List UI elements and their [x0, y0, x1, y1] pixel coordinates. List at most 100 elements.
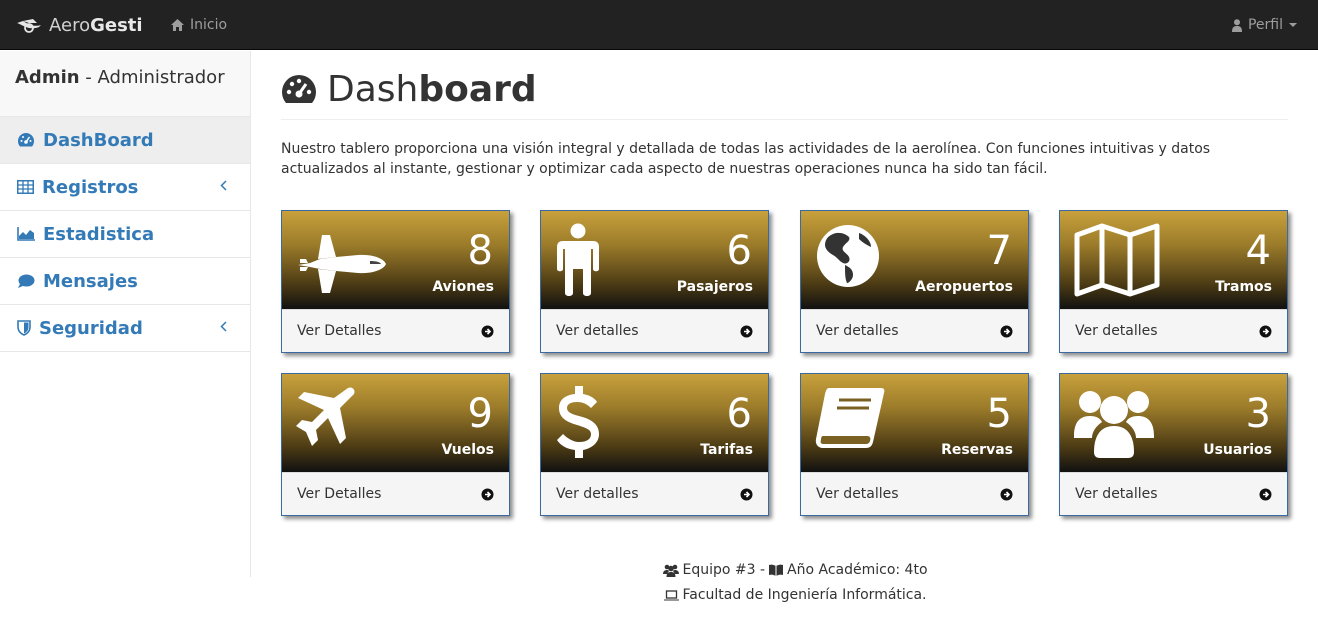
- card-label: Tarifas: [700, 442, 753, 458]
- user-separator: -: [79, 67, 98, 88]
- footer-line-team: Equipo #3 - Año Académico: 4to: [0, 562, 1318, 578]
- arrow-circle-right-icon: [1259, 325, 1272, 338]
- card-details-link[interactable]: Ver detalles: [541, 472, 768, 515]
- card-link-label: Ver detalles: [556, 486, 639, 502]
- intro-line-2: actualizados al instante, gestionar y op…: [281, 161, 1048, 177]
- stat-card-usuarios: 3 Usuarios Ver detalles: [1059, 373, 1288, 516]
- card-header: 6 Tarifas: [541, 374, 768, 472]
- page-title: Dash board: [281, 68, 537, 110]
- sidebar-item-estadistica[interactable]: Estadistica: [0, 211, 250, 258]
- arrow-circle-right-icon: [481, 325, 494, 338]
- sidebar-item-label: Mensajes: [43, 270, 138, 292]
- card-link-label: Ver detalles: [556, 323, 639, 339]
- plane-icon: [296, 387, 355, 446]
- card-details-link[interactable]: Ver Detalles: [282, 472, 509, 515]
- dashboard-icon: [17, 133, 35, 147]
- arrow-circle-right-icon: [740, 325, 753, 338]
- title-bold: board: [418, 68, 537, 110]
- card-label: Aviones: [432, 279, 494, 295]
- card-link-label: Ver detalles: [816, 486, 899, 502]
- stat-card-tramos: 4 Tramos Ver detalles: [1059, 210, 1288, 353]
- card-count: 3: [1245, 391, 1271, 437]
- stat-card-aeropuertos: 7 Aeropuertos Ver detalles: [800, 210, 1029, 353]
- card-label: Tramos: [1215, 279, 1272, 295]
- top-navbar: Aero Gesti Inicio Perfil: [0, 0, 1318, 50]
- footer-line-faculty: Facultad de Ingeniería Informática.: [0, 587, 1318, 603]
- sidebar-item-label: DashBoard: [43, 129, 154, 151]
- card-count: 6: [726, 391, 752, 437]
- footer-faculty: Facultad de Ingeniería Informática.: [682, 587, 927, 603]
- title-light: Dash: [327, 68, 419, 110]
- card-label: Vuelos: [441, 442, 494, 458]
- shield-icon: [17, 320, 31, 336]
- card-details-link[interactable]: Ver detalles: [541, 309, 768, 352]
- intro-line-1: Nuestro tablero proporciona una visión i…: [281, 141, 1211, 157]
- card-header: 7 Aeropuertos: [801, 211, 1028, 309]
- card-header: 3 Usuarios: [1060, 374, 1287, 472]
- dashboard-icon: [281, 75, 317, 103]
- sidebar: Admin - Administrador DashBoard Registro…: [0, 51, 251, 577]
- brand-prefix: Aero: [49, 14, 91, 36]
- profile-label: Perfil: [1247, 17, 1283, 33]
- card-count: 8: [467, 228, 493, 274]
- sidebar-item-mensajes[interactable]: Mensajes: [0, 258, 250, 305]
- card-link-label: Ver detalles: [1075, 486, 1158, 502]
- profile-dropdown[interactable]: Perfil: [1231, 0, 1297, 50]
- brand-suffix: Gesti: [90, 14, 143, 36]
- users-icon: [663, 564, 680, 577]
- airline-logo-icon: [17, 19, 41, 33]
- card-details-link[interactable]: Ver detalles: [1060, 309, 1287, 352]
- card-details-link[interactable]: Ver Detalles: [282, 309, 509, 352]
- card-label: Pasajeros: [676, 279, 753, 295]
- sidebar-item-seguridad[interactable]: Seguridad: [0, 305, 250, 352]
- brand-link[interactable]: Aero Gesti: [15, 0, 143, 50]
- user-role-name: Admin: [15, 67, 80, 88]
- chevron-left-icon: [220, 180, 227, 191]
- card-header: 8 Aviones: [282, 211, 509, 309]
- card-header: 9 Vuelos: [282, 374, 509, 472]
- nav-home-link[interactable]: Inicio: [171, 0, 227, 50]
- card-label: Aeropuertos: [915, 279, 1013, 295]
- chevron-left-icon: [220, 321, 227, 332]
- book-icon: [815, 388, 885, 448]
- card-details-link[interactable]: Ver detalles: [801, 472, 1028, 515]
- sidebar-item-dashboard[interactable]: DashBoard: [0, 117, 250, 164]
- card-link-label: Ver Detalles: [297, 323, 382, 339]
- arrow-circle-right-icon: [481, 488, 494, 501]
- card-details-link[interactable]: Ver detalles: [1060, 472, 1287, 515]
- card-details-link[interactable]: Ver detalles: [801, 309, 1028, 352]
- stat-card-pasajeros: 6 Pasajeros Ver detalles: [540, 210, 769, 353]
- stat-card-reservas: 5 Reservas Ver detalles: [800, 373, 1029, 516]
- home-icon: [171, 19, 184, 31]
- laptop-icon: [664, 589, 680, 600]
- card-count: 7: [986, 228, 1012, 274]
- intro-paragraph: Nuestro tablero proporciona una visión i…: [281, 139, 1241, 179]
- users-icon: [1074, 391, 1154, 458]
- table-icon: [17, 180, 34, 194]
- nav-home-label: Inicio: [190, 17, 228, 33]
- dollar-icon: [557, 386, 599, 458]
- card-link-label: Ver detalles: [1075, 323, 1158, 339]
- sidebar-item-label: Estadistica: [43, 223, 155, 245]
- card-count: 5: [986, 391, 1012, 437]
- card-count: 6: [726, 228, 752, 274]
- footer-team: Equipo #3 -: [682, 562, 766, 578]
- arrow-circle-right-icon: [1000, 325, 1013, 338]
- male-icon: [557, 223, 599, 296]
- caret-down-icon: [1289, 23, 1297, 27]
- card-link-label: Ver detalles: [816, 323, 899, 339]
- sidebar-item-label: Seguridad: [39, 317, 143, 339]
- footer-year: Año Académico: 4to: [787, 562, 928, 578]
- card-header: 6 Pasajeros: [541, 211, 768, 309]
- comment-icon: [18, 274, 35, 288]
- arrow-circle-right-icon: [1000, 488, 1013, 501]
- card-label: Reservas: [941, 442, 1013, 458]
- card-link-label: Ver Detalles: [297, 486, 382, 502]
- user-role-title: Administrador: [97, 67, 225, 88]
- sidebar-user-header: Admin - Administrador: [0, 51, 250, 117]
- arrow-circle-right-icon: [740, 488, 753, 501]
- stat-card-tarifas: 6 Tarifas Ver detalles: [540, 373, 769, 516]
- stat-card-aviones: 8 Aviones Ver Detalles: [281, 210, 510, 353]
- sidebar-item-registros[interactable]: Registros: [0, 164, 250, 211]
- book-open-icon: [769, 564, 784, 576]
